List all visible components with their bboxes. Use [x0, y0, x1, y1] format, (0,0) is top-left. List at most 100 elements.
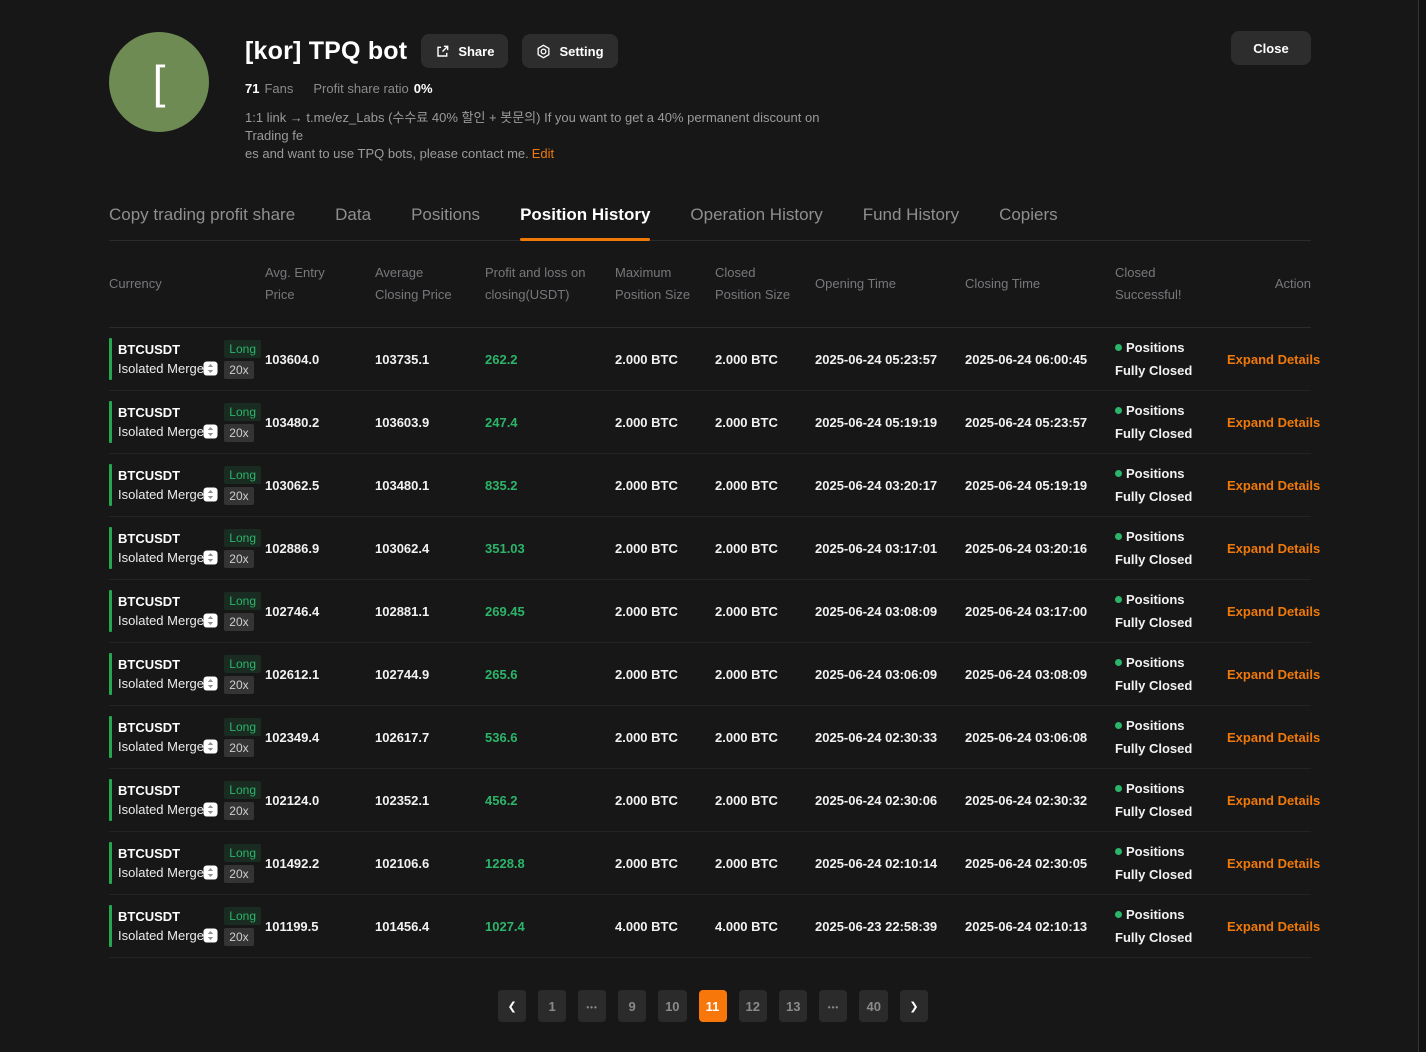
setting-icon: [536, 44, 551, 59]
avg-closing-price: 102744.9: [375, 667, 485, 682]
pagination-page-13[interactable]: 13: [779, 990, 807, 1022]
close-button[interactable]: Close: [1231, 31, 1311, 65]
expand-details-link[interactable]: Expand Details: [1227, 541, 1330, 556]
merge-toggle-icon[interactable]: [203, 487, 218, 502]
expand-details-link[interactable]: Expand Details: [1227, 667, 1330, 682]
description-line-2: es and want to use TPQ bots, please cont…: [245, 146, 529, 161]
avg-closing-price: 103062.4: [375, 541, 485, 556]
margin-mode: Isolated Merge: [118, 865, 224, 880]
merge-toggle-icon[interactable]: [203, 676, 218, 691]
merge-toggle-icon[interactable]: [203, 361, 218, 376]
merge-toggle-icon[interactable]: [203, 928, 218, 943]
leverage-badge: 20x: [224, 739, 253, 757]
pagination-page-1[interactable]: 1: [538, 990, 566, 1022]
status-green-dot-icon: [1115, 848, 1122, 855]
tab-copiers[interactable]: Copiers: [999, 205, 1058, 240]
merge-toggle-icon[interactable]: [203, 865, 218, 880]
pagination-next-button[interactable]: ❯: [900, 990, 928, 1022]
tab-fund-history[interactable]: Fund History: [863, 205, 959, 240]
max-position-size: 2.000 BTC: [615, 667, 715, 682]
pagination-prev-button[interactable]: ❮: [498, 990, 526, 1022]
status-text: Positions Fully Closed: [1115, 340, 1192, 378]
pnl-value: 262.2: [485, 352, 615, 367]
tab-copy-trading-profit-share[interactable]: Copy trading profit share: [109, 205, 295, 240]
merge-toggle-icon[interactable]: [203, 550, 218, 565]
expand-details-link[interactable]: Expand Details: [1227, 604, 1330, 619]
pagination-ellipsis[interactable]: •••: [819, 990, 847, 1022]
avg-entry-price: 102612.1: [265, 667, 375, 682]
page-title: [kor] TPQ bot: [245, 37, 407, 66]
pnl-value: 265.6: [485, 667, 615, 682]
expand-details-link[interactable]: Expand Details: [1227, 793, 1330, 808]
merge-toggle-icon[interactable]: [203, 424, 218, 439]
long-side-indicator-bar: [109, 590, 112, 632]
fans-label: Fans: [264, 81, 293, 96]
closing-time: 2025-06-24 05:19:19: [965, 478, 1115, 493]
expand-details-link[interactable]: Expand Details: [1227, 478, 1330, 493]
closed-position-size: 2.000 BTC: [715, 604, 815, 619]
status-green-dot-icon: [1115, 596, 1122, 603]
column-header: Currency: [109, 273, 265, 295]
table-row: BTCUSDT Isolated Merge Long 20x 1: [109, 391, 1311, 454]
expand-details-link[interactable]: Expand Details: [1227, 415, 1330, 430]
pagination-page-10[interactable]: 10: [658, 990, 686, 1022]
margin-mode: Isolated Merge: [118, 550, 224, 565]
pagination-page-11[interactable]: 11: [699, 990, 727, 1022]
opening-time: 2025-06-24 03:20:17: [815, 478, 965, 493]
avg-entry-price: 101199.5: [265, 919, 375, 934]
max-position-size: 2.000 BTC: [615, 604, 715, 619]
edit-link[interactable]: Edit: [532, 146, 554, 161]
tab-data[interactable]: Data: [335, 205, 371, 240]
avg-entry-price: 103480.2: [265, 415, 375, 430]
close-button-label: Close: [1253, 41, 1288, 56]
setting-button[interactable]: Setting: [522, 34, 617, 68]
table-row: BTCUSDT Isolated Merge Long 20x 1: [109, 895, 1311, 958]
expand-details-link[interactable]: Expand Details: [1227, 352, 1330, 367]
merge-toggle-icon[interactable]: [203, 802, 218, 817]
symbol-label: BTCUSDT: [118, 783, 224, 798]
merge-toggle-icon[interactable]: [203, 613, 218, 628]
leverage-badge: 20x: [224, 865, 253, 883]
margin-mode-label: Isolated Merge: [118, 802, 204, 817]
closing-time: 2025-06-24 06:00:45: [965, 352, 1115, 367]
column-header: Avg. Entry Price: [265, 262, 375, 306]
expand-details-link[interactable]: Expand Details: [1227, 919, 1330, 934]
currency-cell: BTCUSDT Isolated Merge Long 20x: [109, 464, 265, 506]
status-text: Positions Fully Closed: [1115, 466, 1192, 504]
status-green-dot-icon: [1115, 659, 1122, 666]
pagination-page-40[interactable]: 40: [859, 990, 887, 1022]
closing-time: 2025-06-24 05:23:57: [965, 415, 1115, 430]
pagination-page-9[interactable]: 9: [618, 990, 646, 1022]
column-header: Profit and loss on closing(USDT): [485, 262, 615, 306]
tab-operation-history[interactable]: Operation History: [690, 205, 822, 240]
pnl-value: 269.45: [485, 604, 615, 619]
tab-position-history[interactable]: Position History: [520, 205, 650, 240]
merge-toggle-icon[interactable]: [203, 739, 218, 754]
pagination-page-12[interactable]: 12: [739, 990, 767, 1022]
column-header: Maximum Position Size: [615, 262, 715, 306]
expand-details-link[interactable]: Expand Details: [1227, 856, 1330, 871]
status-green-dot-icon: [1115, 407, 1122, 414]
opening-time: 2025-06-23 22:58:39: [815, 919, 965, 934]
currency-cell: BTCUSDT Isolated Merge Long 20x: [109, 527, 265, 569]
max-position-size: 2.000 BTC: [615, 793, 715, 808]
currency-cell: BTCUSDT Isolated Merge Long 20x: [109, 590, 265, 632]
closed-position-size: 2.000 BTC: [715, 541, 815, 556]
column-header: Action: [1227, 273, 1311, 295]
pagination-ellipsis[interactable]: •••: [578, 990, 606, 1022]
margin-mode-label: Isolated Merge: [118, 739, 204, 754]
margin-mode-label: Isolated Merge: [118, 613, 204, 628]
closing-time: 2025-06-24 03:17:00: [965, 604, 1115, 619]
leverage-badge: 20x: [224, 361, 253, 379]
margin-mode: Isolated Merge: [118, 739, 224, 754]
status-green-dot-icon: [1115, 470, 1122, 477]
status-cell: Positions Fully Closed: [1115, 714, 1227, 760]
long-side-indicator-bar: [109, 842, 112, 884]
opening-time: 2025-06-24 02:30:06: [815, 793, 965, 808]
fans-count: 71: [245, 81, 259, 96]
leverage-badge: 20x: [224, 487, 253, 505]
tab-positions[interactable]: Positions: [411, 205, 480, 240]
expand-details-link[interactable]: Expand Details: [1227, 730, 1330, 745]
long-side-indicator-bar: [109, 716, 112, 758]
share-button[interactable]: Share: [421, 34, 508, 68]
